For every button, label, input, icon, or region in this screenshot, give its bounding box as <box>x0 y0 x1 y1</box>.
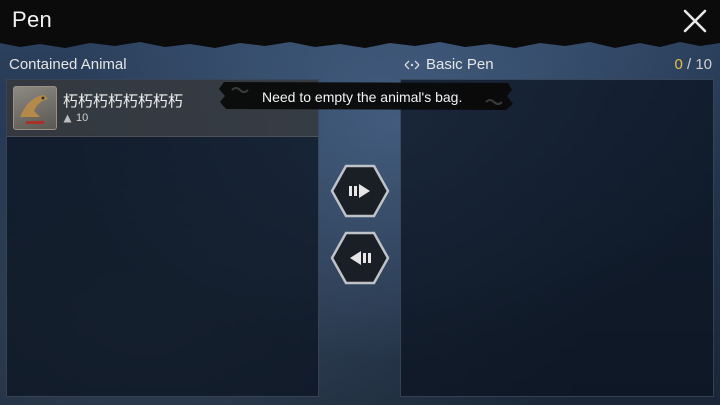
move-to-pen-button[interactable] <box>330 164 390 218</box>
pen-count-max: 10 <box>695 56 712 73</box>
top-bar <box>0 0 720 42</box>
contained-animal-label: Contained Animal <box>9 56 127 73</box>
animal-level: 10 <box>63 112 88 124</box>
animal-portrait <box>13 86 57 130</box>
animal-name: 朽朽朽朽朽朽朽朽 <box>63 93 184 110</box>
close-icon[interactable] <box>682 8 708 34</box>
pen-count-separator: / <box>682 56 696 73</box>
window-title: Pen <box>12 7 53 32</box>
move-to-contained-button[interactable] <box>330 231 390 285</box>
animal-level-value: 10 <box>76 112 89 124</box>
pen-capacity-count: 0 / 10 <box>674 56 712 73</box>
contained-animal-panel: 朽朽朽朽朽朽朽朽 10 <box>6 79 319 397</box>
pen-swap-icon <box>404 60 420 69</box>
top-bar-torn-edge <box>0 40 720 48</box>
pen-type-label: Basic Pen <box>403 56 494 73</box>
warning-tooltip-text: Need to empty the animal's bag. <box>262 89 463 105</box>
level-triangle-icon <box>63 114 72 122</box>
pen-panel <box>400 79 714 397</box>
pen-count-current: 0 <box>674 56 683 73</box>
pen-name: Basic Pen <box>426 56 494 73</box>
